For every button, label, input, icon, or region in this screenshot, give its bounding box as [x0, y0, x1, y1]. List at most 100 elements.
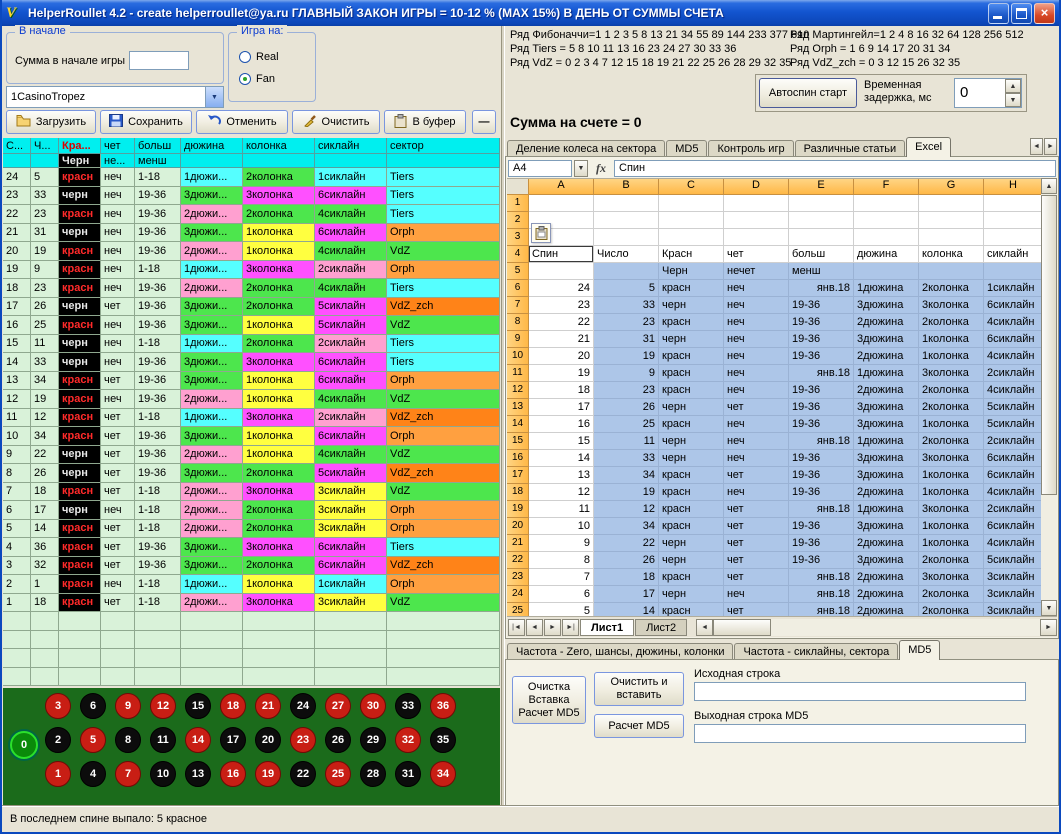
excel-cell[interactable]: 6сиклайн [984, 518, 1042, 535]
history-cell[interactable]: 2колонка [243, 335, 315, 354]
history-cell[interactable]: чет [101, 372, 135, 391]
excel-cell[interactable]: чет [724, 501, 789, 518]
board-number-33[interactable]: 33 [395, 693, 421, 719]
excel-cell[interactable]: 3сиклайн [984, 569, 1042, 586]
name-box-dropdown-icon[interactable]: ▼ [574, 160, 588, 177]
excel-cell[interactable]: 31 [594, 331, 659, 348]
history-cell[interactable]: 3дюжи... [181, 298, 243, 317]
history-cell[interactable]: 2дюжи... [181, 446, 243, 465]
excel-cell[interactable] [854, 212, 919, 229]
history-cell[interactable]: 1дюжи... [181, 168, 243, 187]
history-cell[interactable]: красн [59, 390, 101, 409]
history-cell[interactable] [31, 668, 59, 687]
excel-cell[interactable]: чет [724, 569, 789, 586]
history-cell[interactable]: Orph [387, 520, 500, 539]
history-cell[interactable]: черн [59, 446, 101, 465]
excel-cell[interactable]: 2дюжина [854, 603, 919, 616]
excel-cell[interactable]: 2колонка [919, 586, 984, 603]
history-cell[interactable]: 1-18 [135, 501, 181, 520]
excel-cell[interactable]: красн [659, 382, 724, 399]
excel-cell[interactable]: 2дюжина [854, 535, 919, 552]
history-cell[interactable]: 19 [31, 242, 59, 261]
excel-cell[interactable]: чет [724, 603, 789, 616]
radio-real[interactable]: Real [239, 51, 279, 63]
excel-cell[interactable]: 3колонка [919, 297, 984, 314]
excel-cell[interactable]: 5сиклайн [984, 552, 1042, 569]
excel-cell[interactable]: 8 [529, 552, 594, 569]
excel-cell[interactable]: 2колонка [919, 603, 984, 616]
excel-cell[interactable] [594, 195, 659, 212]
excel-row-header[interactable]: 16 [507, 450, 529, 467]
history-cell[interactable]: 1дюжи... [181, 261, 243, 280]
history-cell[interactable]: 19-36 [135, 298, 181, 317]
history-cell[interactable]: 8 [3, 464, 31, 483]
excel-cell[interactable] [919, 229, 984, 246]
sheet-prev-icon[interactable]: ◄ [526, 619, 543, 636]
board-number-14[interactable]: 14 [185, 727, 211, 753]
history-cell[interactable] [31, 631, 59, 650]
excel-cell[interactable]: неч [724, 331, 789, 348]
history-cell[interactable]: 4сиклайн [315, 279, 387, 298]
excel-cell[interactable]: 2сиклайн [984, 365, 1042, 382]
excel-cell[interactable]: красн [659, 484, 724, 501]
history-cell[interactable]: 2колонка [243, 464, 315, 483]
excel-cell[interactable] [594, 229, 659, 246]
undo-button[interactable]: Отменить [196, 110, 288, 134]
history-cell[interactable]: красн [59, 261, 101, 280]
excel-column-header[interactable]: H [984, 179, 1042, 195]
history-cell[interactable]: 4 [3, 538, 31, 557]
board-number-18[interactable]: 18 [220, 693, 246, 719]
delay-spinner[interactable]: 0 ▲ ▼ [954, 78, 1022, 108]
excel-cell[interactable]: 1дюжина [854, 501, 919, 518]
excel-cell[interactable]: 2сиклайн [984, 433, 1042, 450]
excel-cell[interactable]: 22 [529, 314, 594, 331]
excel-cell[interactable]: Спин [529, 246, 594, 263]
history-cell[interactable]: 19-36 [135, 557, 181, 576]
maximize-button[interactable] [1011, 3, 1032, 24]
history-cell[interactable]: 22 [3, 205, 31, 224]
excel-cell[interactable] [789, 195, 854, 212]
excel-cell[interactable]: больш [789, 246, 854, 263]
sheet-tab-Лист1[interactable]: Лист1 [580, 619, 634, 636]
excel-cell[interactable]: неч [724, 280, 789, 297]
board-number-17[interactable]: 17 [220, 727, 246, 753]
history-cell[interactable]: неч [101, 205, 135, 224]
history-cell[interactable]: 2дюжи... [181, 483, 243, 502]
excel-cell[interactable]: 2сиклайн [984, 501, 1042, 518]
excel-cell[interactable]: неч [724, 416, 789, 433]
history-cell[interactable]: 2колонка [243, 520, 315, 539]
excel-row-header[interactable]: 21 [507, 535, 529, 552]
sheet-last-icon[interactable]: ►| [562, 619, 579, 636]
history-cell[interactable]: 7 [3, 483, 31, 502]
excel-cell[interactable]: 19-36 [789, 416, 854, 433]
excel-cell[interactable]: 3дюжина [854, 450, 919, 467]
history-cell[interactable]: 16 [3, 316, 31, 335]
excel-cell[interactable]: черн [659, 399, 724, 416]
history-header-cell[interactable]: С... [3, 138, 31, 154]
excel-cell[interactable] [529, 263, 594, 280]
excel-cell[interactable]: 1колонка [919, 331, 984, 348]
minimize-button[interactable] [988, 3, 1009, 24]
history-cell[interactable]: неч [101, 168, 135, 187]
clear-button[interactable]: Очистить [292, 110, 380, 134]
history-cell[interactable]: 2колонка [243, 298, 315, 317]
excel-row-header[interactable]: 11 [507, 365, 529, 382]
history-cell[interactable]: 1колонка [243, 316, 315, 335]
history-cell[interactable]: 2колонка [243, 501, 315, 520]
excel-cell[interactable] [724, 229, 789, 246]
excel-cell[interactable]: неч [724, 314, 789, 331]
tab-3[interactable]: Контроль игр [708, 140, 793, 157]
history-cell[interactable]: 19-36 [135, 316, 181, 335]
history-cell[interactable] [243, 649, 315, 668]
history-cell[interactable]: 19 [31, 390, 59, 409]
excel-row-header[interactable]: 7 [507, 297, 529, 314]
history-cell[interactable]: 1колонка [243, 390, 315, 409]
scroll-up-icon[interactable]: ▲ [1041, 178, 1057, 194]
history-cell[interactable]: 1колонка [243, 224, 315, 243]
tab-4[interactable]: Различные статьи [795, 140, 906, 157]
excel-cell[interactable] [854, 229, 919, 246]
history-header-cell[interactable] [31, 154, 59, 168]
history-cell[interactable]: 1сиклайн [315, 575, 387, 594]
excel-cell[interactable]: нечет [724, 263, 789, 280]
save-button[interactable]: Сохранить [100, 110, 192, 134]
